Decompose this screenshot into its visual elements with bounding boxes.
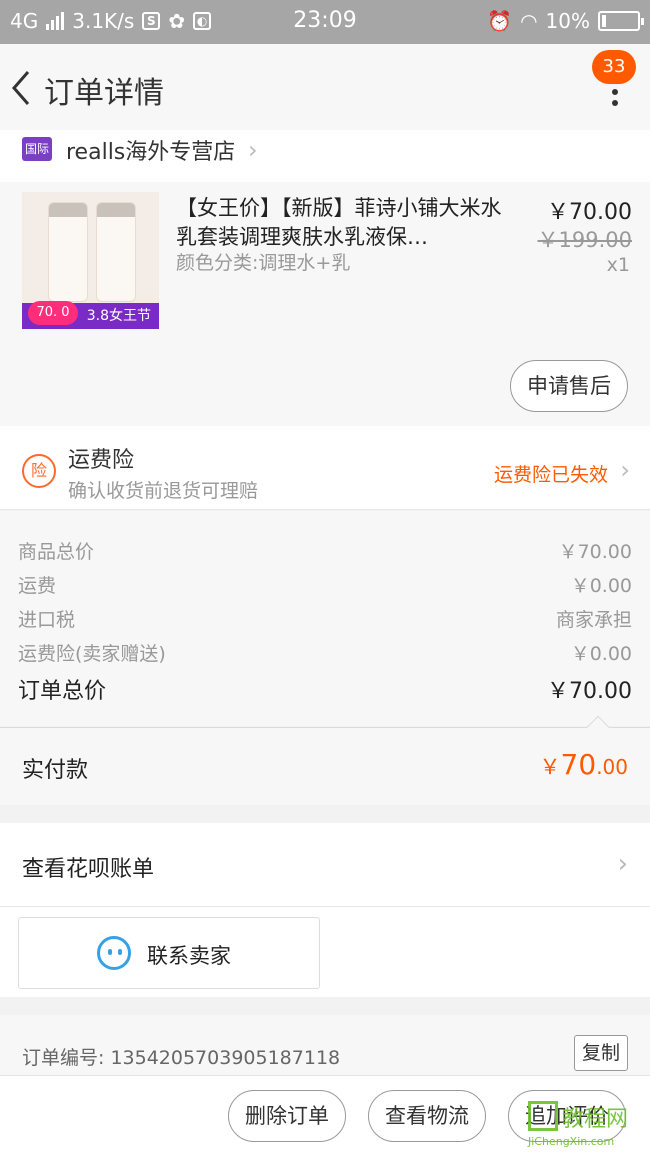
huabei-bill-row[interactable]: 查看花呗账单 ›: [0, 823, 650, 907]
paid-amount-decimal: .00: [596, 755, 628, 779]
page-title: 订单详情: [44, 76, 164, 111]
cost-value: ￥0.00: [570, 575, 632, 597]
shipping-insurance-row[interactable]: 险 运费险 确认收货前退货可理赔 运费险已失效 ›: [0, 426, 650, 510]
bottle-image: [96, 202, 136, 302]
battery-icon: [598, 11, 644, 31]
bottle-image: [48, 202, 88, 302]
contact-section: 联系卖家: [0, 907, 650, 997]
delete-order-button[interactable]: 删除订单: [228, 1090, 346, 1142]
notification-badge: 33: [592, 50, 636, 84]
product-quantity: x1: [606, 254, 630, 276]
order-number: 订单编号: 1354205703905187118: [22, 1047, 341, 1069]
order-total-row: 订单总价 ￥70.00: [18, 673, 632, 705]
chevron-right-icon: ›: [620, 456, 630, 484]
thumb-price-tag: 70. 0: [28, 301, 78, 325]
chevron-right-icon: ›: [617, 849, 628, 879]
order-total-value: ￥70.00: [547, 679, 632, 704]
chat-face-icon: [97, 936, 131, 970]
paid-amount-main: 70: [560, 748, 597, 781]
battery-label: 10%: [545, 9, 590, 33]
back-icon[interactable]: [8, 68, 38, 108]
paid-currency: ￥: [539, 755, 561, 779]
watermark-text: 教程网: [562, 1107, 629, 1132]
paid-amount: ￥70.00: [540, 748, 628, 781]
cost-value: ￥0.00: [570, 643, 632, 665]
chevron-right-icon: ›: [248, 136, 258, 164]
cost-label: 商品总价: [18, 541, 95, 563]
cost-value: ￥70.00: [558, 541, 632, 563]
cost-label: 运费险(卖家赠送): [18, 643, 166, 665]
cost-label: 进口税: [18, 609, 76, 631]
bottom-action-bar: 删除订单 查看物流 追加评价 教程网 JiChengXin.com: [0, 1075, 650, 1155]
view-logistics-button[interactable]: 查看物流: [368, 1090, 486, 1142]
insurance-title: 运费险: [68, 448, 135, 473]
cost-value: 商家承担: [555, 609, 632, 631]
shop-row[interactable]: 国际 realls海外专营店 ›: [0, 130, 650, 182]
insurance-status: 运费险已失效: [493, 464, 608, 486]
cost-row: 运费 ￥0.00: [18, 571, 632, 598]
copy-button[interactable]: 复制: [574, 1035, 628, 1071]
product-thumbnail[interactable]: 3.8女王节 70. 0: [22, 192, 159, 329]
product-original-price: ￥199.00: [537, 228, 632, 252]
cost-row: 运费险(卖家赠送) ￥0.00: [18, 639, 632, 666]
product-price: ￥70.00: [547, 200, 632, 225]
contact-seller-label: 联系卖家: [147, 944, 231, 968]
cost-label: 运费: [18, 575, 57, 597]
global-shop-icon: 国际: [22, 137, 52, 161]
cost-row: 进口税 商家承担: [18, 605, 632, 632]
paid-amount-row: 实付款 ￥70.00: [0, 715, 650, 805]
watermark: 教程网 JiChengXin.com: [528, 1101, 644, 1151]
wifi-icon: ◠: [520, 9, 538, 33]
huabei-label: 查看花呗账单: [22, 857, 155, 882]
after-sale-button[interactable]: 申请售后: [510, 360, 628, 412]
header: 订单详情 33: [0, 44, 650, 130]
insurance-subtitle: 确认收货前退货可理赔: [68, 480, 259, 502]
order-total-label: 订单总价: [18, 679, 107, 704]
product-variant: 颜色分类:调理水+乳: [176, 252, 351, 274]
watermark-logo: [528, 1101, 558, 1131]
shop-name: realls海外专营店: [66, 140, 236, 165]
product-title: 【女王价】【新版】菲诗小铺大米水乳套装调理爽肤水乳液保…: [176, 196, 502, 249]
status-bar: 4G 3.1K/s S ✿ ◐ 23:09 ⏰ ◠ 10%: [0, 0, 650, 44]
contact-seller-button[interactable]: 联系卖家: [18, 917, 320, 989]
cost-breakdown: 商品总价 ￥70.00 运费 ￥0.00 进口税 商家承担 运费险(卖家赠送) …: [0, 511, 650, 726]
product-card[interactable]: 3.8女王节 70. 0 【女王价】【新版】菲诗小铺大米水乳套装调理爽肤水乳液保…: [0, 182, 650, 426]
paid-label: 实付款: [22, 758, 89, 783]
watermark-url: JiChengXin.com: [528, 1135, 615, 1148]
insurance-icon: 险: [22, 454, 56, 488]
alarm-icon: ⏰: [487, 9, 513, 33]
cost-row: 商品总价 ￥70.00: [18, 537, 632, 564]
